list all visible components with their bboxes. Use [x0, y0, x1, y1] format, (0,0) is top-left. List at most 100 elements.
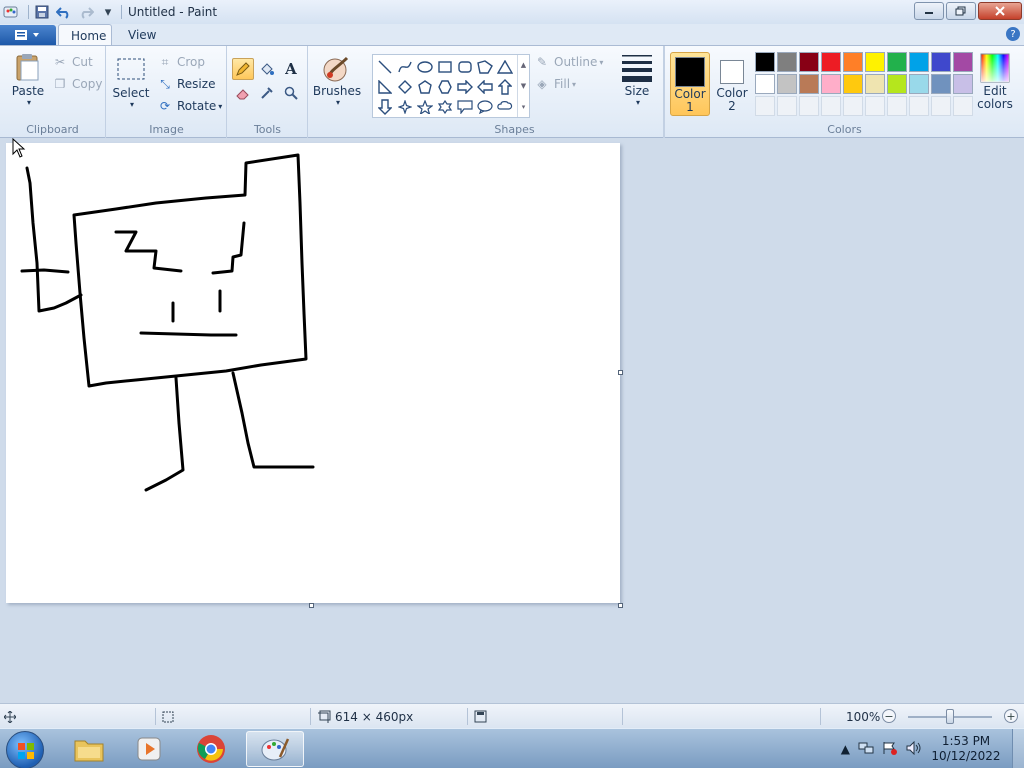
palette-color-swatch[interactable] — [799, 74, 819, 94]
color-picker-tool[interactable] — [256, 82, 278, 104]
fill-button[interactable]: ◈ Fill ▾ — [534, 75, 576, 93]
select-dropdown-icon[interactable]: ▾ — [130, 100, 134, 109]
taskbar-chrome[interactable] — [182, 731, 240, 767]
brushes-button[interactable]: Brushes ▾ — [313, 52, 361, 107]
palette-color-swatch[interactable] — [865, 52, 885, 72]
fill-tool[interactable] — [256, 58, 278, 80]
curve-shape[interactable] — [395, 57, 415, 77]
tab-home[interactable]: Home — [58, 24, 112, 46]
copy-button[interactable]: ❐ Copy — [52, 75, 103, 93]
palette-custom-slot[interactable] — [799, 96, 819, 116]
restore-button[interactable] — [946, 2, 976, 20]
six-point-star-shape[interactable] — [435, 97, 455, 117]
palette-color-swatch[interactable] — [931, 52, 951, 72]
action-center-icon[interactable] — [882, 741, 898, 758]
palette-color-swatch[interactable] — [777, 74, 797, 94]
magnifier-tool[interactable] — [280, 82, 302, 104]
volume-icon[interactable] — [906, 740, 922, 758]
oval-shape[interactable] — [415, 57, 435, 77]
rounded-rectangle-shape[interactable] — [455, 57, 475, 77]
paint-app-icon[interactable] — [2, 3, 20, 21]
zoom-slider-thumb[interactable] — [946, 709, 954, 724]
palette-color-swatch[interactable] — [909, 52, 929, 72]
scroll-up-icon[interactable]: ▲ — [521, 61, 526, 69]
zoom-out-button[interactable]: − — [882, 709, 896, 723]
shapes-scrollbar[interactable]: ▲ ▼ ▾ — [517, 55, 529, 117]
taskbar-paint[interactable] — [246, 731, 304, 767]
save-icon[interactable] — [33, 3, 51, 21]
paste-button[interactable]: Paste ▾ — [8, 52, 48, 107]
paste-dropdown-icon[interactable]: ▾ — [27, 98, 31, 107]
palette-color-swatch[interactable] — [755, 52, 775, 72]
left-arrow-shape[interactable] — [475, 77, 495, 97]
expand-gallery-icon[interactable]: ▾ — [522, 103, 526, 111]
palette-color-swatch[interactable] — [953, 52, 973, 72]
oval-callout-shape[interactable] — [475, 97, 495, 117]
palette-color-swatch[interactable] — [887, 74, 907, 94]
cloud-callout-shape[interactable] — [495, 97, 515, 117]
zoom-in-button[interactable]: + — [1004, 709, 1018, 723]
eraser-tool[interactable] — [232, 82, 254, 104]
palette-color-swatch[interactable] — [843, 74, 863, 94]
palette-custom-slot[interactable] — [755, 96, 775, 116]
polygon-shape[interactable] — [475, 57, 495, 77]
scroll-down-icon[interactable]: ▼ — [521, 82, 526, 90]
palette-custom-slot[interactable] — [821, 96, 841, 116]
rectangular-callout-shape[interactable] — [455, 97, 475, 117]
paint-menu-button[interactable] — [0, 25, 56, 45]
palette-color-swatch[interactable] — [843, 52, 863, 72]
color1-button[interactable]: Color 1 — [670, 52, 710, 116]
palette-color-swatch[interactable] — [799, 52, 819, 72]
rotate-button[interactable]: ⟳ Rotate ▾ — [157, 97, 222, 115]
network-icon[interactable] — [858, 741, 874, 758]
start-button[interactable] — [6, 731, 44, 768]
close-button[interactable] — [978, 2, 1022, 20]
palette-color-swatch[interactable] — [887, 52, 907, 72]
palette-color-swatch[interactable] — [931, 74, 951, 94]
pencil-tool[interactable] — [232, 58, 254, 80]
resize-button[interactable]: ⤡ Resize — [157, 75, 215, 93]
palette-color-swatch[interactable] — [865, 74, 885, 94]
palette-custom-slot[interactable] — [777, 96, 797, 116]
minimize-button[interactable] — [914, 2, 944, 20]
palette-color-swatch[interactable] — [821, 52, 841, 72]
resize-handle-bottom[interactable] — [309, 603, 314, 608]
triangle-shape[interactable] — [495, 57, 515, 77]
pentagon-shape[interactable] — [415, 77, 435, 97]
select-button[interactable]: Select ▾ — [112, 54, 150, 109]
up-arrow-shape[interactable] — [495, 77, 515, 97]
taskbar-media-player[interactable] — [120, 731, 178, 767]
outline-button[interactable]: ✎ Outline ▾ — [534, 53, 603, 71]
palette-color-swatch[interactable] — [953, 74, 973, 94]
palette-custom-slot[interactable] — [909, 96, 929, 116]
size-button[interactable]: Size ▾ — [616, 52, 658, 107]
palette-color-swatch[interactable] — [821, 74, 841, 94]
palette-custom-slot[interactable] — [865, 96, 885, 116]
text-tool[interactable]: A — [280, 58, 302, 80]
right-triangle-shape[interactable] — [375, 77, 395, 97]
right-arrow-shape[interactable] — [455, 77, 475, 97]
palette-custom-slot[interactable] — [953, 96, 973, 116]
palette-color-swatch[interactable] — [755, 74, 775, 94]
help-icon[interactable]: ? — [1006, 27, 1020, 41]
customize-qat-icon[interactable]: ▾ — [99, 3, 117, 21]
line-shape[interactable] — [375, 57, 395, 77]
down-arrow-shape[interactable] — [375, 97, 395, 117]
diamond-shape[interactable] — [395, 77, 415, 97]
palette-color-swatch[interactable] — [909, 74, 929, 94]
palette-color-swatch[interactable] — [777, 52, 797, 72]
cut-button[interactable]: ✂ Cut — [52, 53, 93, 71]
edit-colors-button[interactable]: Edit colors — [975, 52, 1015, 110]
taskbar-explorer[interactable] — [60, 731, 118, 767]
palette-custom-slot[interactable] — [931, 96, 951, 116]
palette-custom-slot[interactable] — [887, 96, 907, 116]
drawing-canvas[interactable] — [6, 143, 620, 603]
crop-button[interactable]: ⌗ Crop — [157, 53, 205, 71]
tab-view[interactable]: View — [116, 24, 168, 46]
rectangle-shape[interactable] — [435, 57, 455, 77]
resize-handle-corner[interactable] — [618, 603, 623, 608]
redo-icon[interactable] — [77, 3, 95, 21]
resize-handle-right[interactable] — [618, 370, 623, 375]
four-point-star-shape[interactable] — [395, 97, 415, 117]
five-point-star-shape[interactable] — [415, 97, 435, 117]
